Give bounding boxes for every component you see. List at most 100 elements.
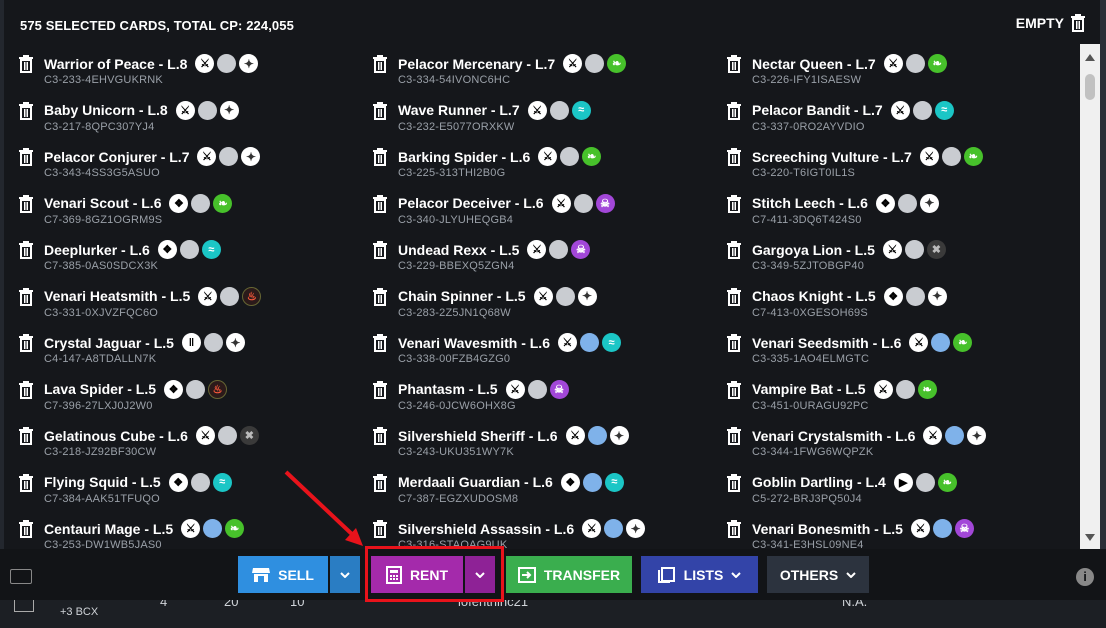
card-uid: C7-384-AAK51TFUQO: [44, 492, 160, 505]
ability-icon: ⚔: [527, 100, 547, 120]
edition-icon: [604, 519, 624, 538]
remove-card-icon[interactable]: [372, 427, 388, 445]
card-name: Chaos Knight - L.5 ❖ ✦: [752, 286, 950, 306]
remove-card-icon[interactable]: [18, 334, 34, 352]
card-uid: C3-233-4EHVGUKRNK: [44, 74, 163, 86]
others-label: OTHERS: [779, 566, 839, 583]
remove-card-icon[interactable]: [372, 334, 388, 352]
ability-icon: ⚔: [533, 286, 553, 306]
ability-icon: ⚔: [551, 193, 571, 213]
sell-dropdown-button[interactable]: [330, 556, 360, 593]
card-uid: C3-337-0RO2AYVDIO: [752, 120, 865, 133]
card-item: Wave Runner - L.7 ⚔ ≈ C3-232-E5077ORXKW: [372, 99, 717, 146]
remove-card-icon[interactable]: [726, 427, 742, 445]
life-element-icon: ✦: [219, 100, 239, 120]
card-uid: C7-369-8GZ1OGRM9S: [44, 213, 163, 226]
card-item: Barking Spider - L.6 ⚔ ❧ C3-225-313THI2B0G: [372, 145, 717, 192]
card-item: Chaos Knight - L.5 ❖ ✦ C7-413-0XGESOH69S: [726, 285, 1071, 332]
card-item: Baby Unicorn - L.8 ⚔ ✦ C3-217-8QPC307YJ4: [18, 99, 363, 146]
remove-card-icon[interactable]: [726, 55, 742, 73]
card-name: Venari Heatsmith - L.5 ⚔ ♨: [44, 286, 264, 306]
transfer-button[interactable]: TRANSFER: [506, 556, 632, 593]
remove-card-icon[interactable]: [726, 334, 742, 352]
remove-card-icon[interactable]: [372, 241, 388, 259]
remove-card-icon[interactable]: [372, 101, 388, 120]
ability-icon: ⚔: [195, 426, 215, 445]
fire-element-icon: ♨: [242, 286, 262, 306]
remove-card-icon[interactable]: [18, 427, 34, 445]
edition-icon: [587, 426, 607, 445]
ability-icon: ⚔: [181, 519, 201, 538]
remove-card-icon[interactable]: [372, 55, 388, 73]
card-name: Pelacor Mercenary - L.7 ⚔ ❧: [398, 54, 629, 73]
neutral-element-icon: ✖: [239, 426, 259, 445]
card-name: Lava Spider - L.5 ❖ ♨: [44, 379, 230, 399]
card-name-text: Warrior of Peace - L.8: [44, 55, 188, 72]
edition-icon: [203, 519, 223, 538]
card-item: Pelacor Conjurer - L.7 ⚔ ✦ C3-343-4SS3G5ASU…: [18, 145, 363, 192]
card-name: Venari Wavesmith - L.6 ⚔ ≈: [398, 333, 624, 352]
edition-icon: [191, 193, 211, 213]
remove-card-icon[interactable]: [372, 287, 388, 306]
remove-card-icon[interactable]: [18, 148, 34, 166]
card-uid: C3-243-UKU351WY7K: [398, 446, 514, 458]
remove-card-icon[interactable]: [18, 287, 34, 306]
selection-summary: 575 SELECTED CARDS, TOTAL CP: 224,055: [20, 18, 294, 33]
remove-card-icon[interactable]: [726, 520, 742, 538]
card-uid: C3-334-54IVONC6HC: [398, 74, 511, 86]
info-icon[interactable]: i: [1076, 568, 1094, 586]
remove-card-icon[interactable]: [18, 380, 34, 399]
earth-element-icon: ❧: [607, 54, 627, 73]
remove-card-icon[interactable]: [18, 194, 34, 213]
background-panel-right: [1100, 0, 1106, 628]
card-item: Venari Wavesmith - L.6 ⚔ ≈ C3-338-00FZB4GZG…: [372, 331, 717, 378]
remove-card-icon[interactable]: [372, 520, 388, 538]
remove-card-icon[interactable]: [726, 473, 742, 492]
remove-card-icon[interactable]: [726, 148, 742, 166]
remove-card-icon[interactable]: [18, 241, 34, 259]
card-name-text: Chaos Knight - L.5: [752, 288, 876, 304]
edition-icon: [549, 100, 569, 120]
life-element-icon: ✦: [241, 147, 261, 166]
card-item: Pelacor Mercenary - L.7 ⚔ ❧ C3-334-54IVONC6…: [372, 52, 717, 99]
edition-icon: [579, 333, 599, 352]
remove-card-icon[interactable]: [372, 194, 388, 213]
remove-card-icon[interactable]: [18, 520, 34, 538]
remove-card-icon[interactable]: [18, 55, 34, 73]
others-button[interactable]: OTHERS: [767, 556, 869, 593]
edition-icon: [915, 472, 935, 492]
card-name-text: Venari Crystalsmith - L.6: [752, 427, 916, 444]
card-uid: C3-341-E3HSL09NE4: [752, 539, 864, 549]
card-name: Silvershield Assassin - L.6 ⚔ ✦: [398, 519, 648, 538]
death-element-icon: ☠: [571, 240, 591, 259]
scroll-down-arrow[interactable]: [1085, 534, 1095, 541]
remove-card-icon[interactable]: [726, 241, 742, 259]
empty-button[interactable]: EMPTY: [1016, 14, 1086, 32]
remove-card-icon[interactable]: [726, 194, 742, 213]
remove-card-icon[interactable]: [372, 380, 388, 399]
lists-button[interactable]: LISTS: [641, 556, 758, 593]
scrollbar[interactable]: [1080, 44, 1100, 549]
scroll-thumb[interactable]: [1085, 74, 1095, 100]
card-item: Venari Bonesmith - L.5 ⚔ ☠ C3-341-E3HSL09NE…: [726, 517, 1071, 549]
ability-icon: ⚔: [195, 54, 215, 73]
water-element-icon: ≈: [934, 100, 954, 120]
remove-card-icon[interactable]: [372, 473, 388, 492]
card-name: Baby Unicorn - L.8 ⚔ ✦: [44, 100, 242, 120]
remove-card-icon[interactable]: [726, 101, 742, 120]
remove-card-icon[interactable]: [18, 101, 34, 120]
edition-icon: [197, 100, 217, 120]
remove-card-icon[interactable]: [18, 473, 34, 492]
ability-icon: ⚔: [527, 240, 547, 259]
keyboard-icon[interactable]: [10, 569, 32, 584]
store-icon: [252, 567, 271, 582]
card-uid: C3-343-4SS3G5ASUO: [44, 167, 160, 179]
card-uid: C3-229-BBEXQ5ZGN4: [398, 260, 515, 272]
edition-icon: [582, 472, 602, 492]
remove-card-icon[interactable]: [726, 380, 742, 399]
remove-card-icon[interactable]: [726, 287, 742, 306]
scroll-up-arrow[interactable]: [1085, 54, 1095, 61]
sell-button[interactable]: SELL: [238, 556, 328, 593]
card-uid: C3-246-0JCW6OHX8G: [398, 399, 516, 412]
remove-card-icon[interactable]: [372, 148, 388, 166]
